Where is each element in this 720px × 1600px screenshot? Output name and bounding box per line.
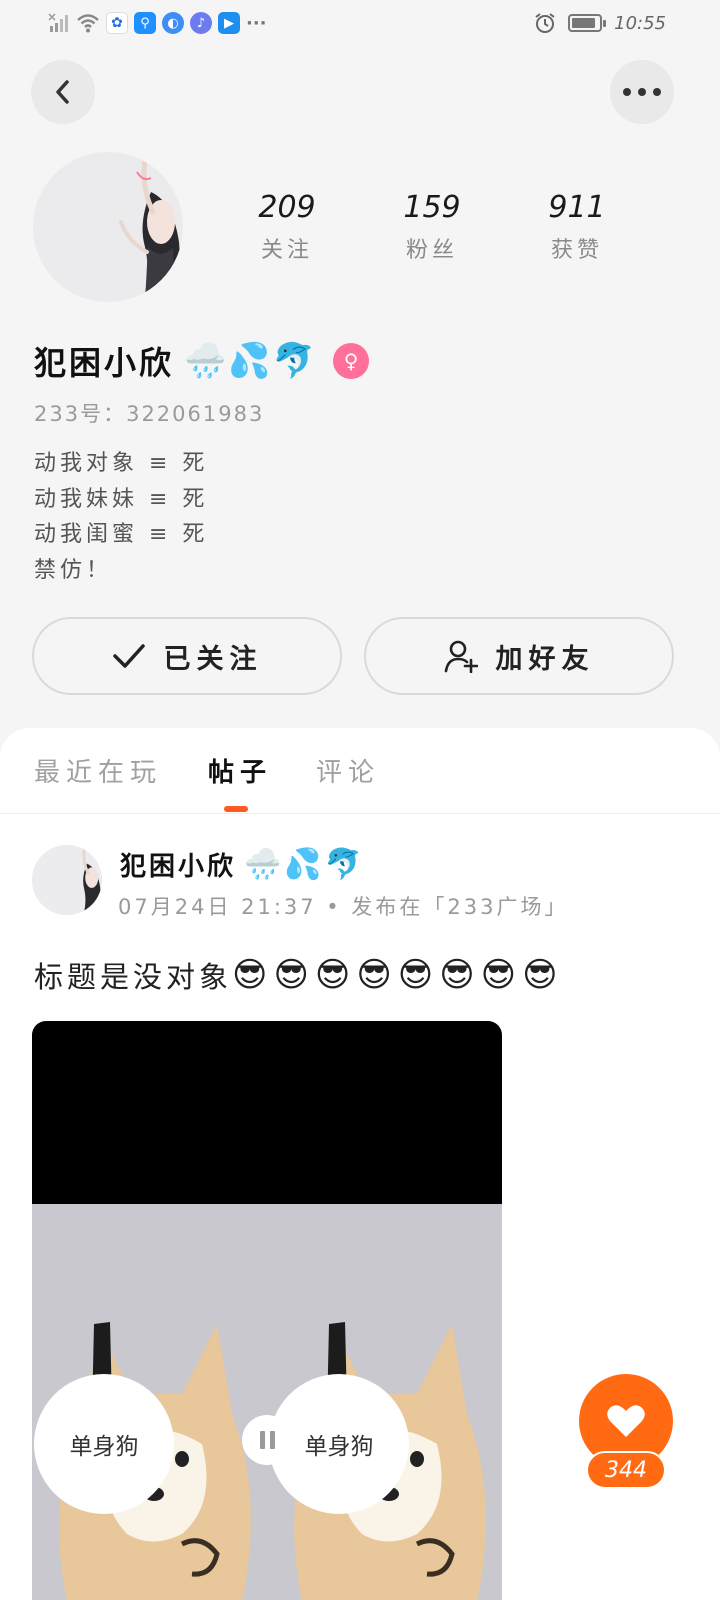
wifi-icon <box>77 14 99 33</box>
stat-following-label: 关注 <box>260 238 313 263</box>
profile-name-emoji: 🌧️💦🐬 <box>184 341 318 381</box>
stat-fans[interactable]: 159 粉丝 <box>372 190 492 264</box>
post-author-emoji: 🌧️💦🐬 <box>244 847 366 882</box>
stat-following[interactable]: 209 关注 <box>227 190 347 264</box>
profile-bio: 动我对象 ≡ 死 动我妹妹 ≡ 死 动我闺蜜 ≡ 死 禁仿！ <box>34 446 208 588</box>
meme-label-bubble: 单身狗 <box>34 1374 174 1514</box>
store-icon: ▶ <box>218 12 240 34</box>
battery-icon <box>568 14 607 32</box>
app-badge-icon: ✿ <box>106 12 128 34</box>
bio-line: 动我对象 ≡ 死 <box>34 451 209 476</box>
status-bar-right: 10:55 <box>534 10 666 36</box>
stat-likes-count: 911 <box>548 190 606 225</box>
pause-icon <box>259 1431 265 1449</box>
checkmark-icon <box>112 644 145 668</box>
post-title[interactable]: 标题是没对象 😎😎😎😎😎😎😎😎 <box>34 954 564 996</box>
signal-off-icon <box>48 13 68 32</box>
bio-line: 禁仿！ <box>34 557 113 583</box>
profile-avatar[interactable] <box>33 152 183 302</box>
video-frame: 单身狗 单身狗 <box>32 1204 502 1600</box>
tab-posts[interactable]: 帖子 <box>208 752 272 789</box>
profile-tabs: 最近在玩 帖子 评论 <box>0 728 720 814</box>
stat-fans-count: 159 <box>403 190 461 225</box>
bio-line: 动我闺蜜 ≡ 死 <box>34 522 209 547</box>
active-tab-indicator <box>224 806 248 812</box>
more-options-button[interactable] <box>610 60 674 124</box>
post-meta: 07月24日 21:37 • 发布在「233广场」 <box>118 895 569 919</box>
add-friend-button-label: 加好友 <box>495 643 595 675</box>
female-icon: ♀ <box>333 343 370 379</box>
back-button[interactable] <box>31 60 95 124</box>
add-friend-button[interactable]: 加好友 <box>364 617 674 695</box>
status-time: 10:55 <box>614 12 666 34</box>
status-bar-left: ✿ ⚲ ◐ ♪ ▶ ··· <box>48 10 267 36</box>
profile-uid: 233号：322061983 <box>34 402 265 426</box>
alarm-icon <box>535 13 555 33</box>
more-dots-icon: ··· <box>246 12 267 34</box>
music-icon: ♪ <box>190 12 212 34</box>
meme-panel-right: 单身狗 <box>267 1204 502 1600</box>
stat-likes-label: 获赞 <box>550 238 603 263</box>
avatar-figure-image <box>33 152 183 302</box>
post-video[interactable]: 单身狗 单身狗 <box>32 1021 502 1600</box>
profile-name-row: 犯困小欣 🌧️💦🐬 ♀ <box>34 338 370 384</box>
tab-recently-playing[interactable]: 最近在玩 <box>34 752 162 789</box>
pause-button[interactable] <box>242 1415 292 1465</box>
followed-button[interactable]: 已关注 <box>32 617 342 695</box>
post-author-avatar[interactable] <box>32 845 102 915</box>
more-horizontal-icon <box>623 88 661 96</box>
stat-following-count: 209 <box>258 190 316 225</box>
chevron-left-icon <box>56 80 69 104</box>
bio-line: 动我妹妹 ≡ 死 <box>34 486 209 512</box>
add-user-icon <box>444 640 478 673</box>
post-author-name[interactable]: 犯困小欣 🌧️💦🐬 <box>120 846 365 883</box>
pause-icon <box>269 1431 275 1449</box>
status-bar: ✿ ⚲ ◐ ♪ ▶ ··· 10:55 <box>0 0 720 48</box>
browser-icon: ◐ <box>162 12 184 34</box>
post-title-emoji: 😎😎😎😎😎😎😎😎 <box>232 955 564 995</box>
like-count-badge: 344 <box>586 1451 666 1489</box>
followed-button-label: 已关注 <box>163 643 263 675</box>
post-title-text: 标题是没对象 <box>34 960 233 994</box>
profile-name: 犯困小欣 <box>34 344 175 382</box>
stat-fans-label: 粉丝 <box>405 238 458 263</box>
post-author-name-text: 犯困小欣 <box>120 852 237 882</box>
stat-likes[interactable]: 911 获赞 <box>517 190 637 264</box>
avatar-figure-image <box>32 845 102 915</box>
tab-comments[interactable]: 评论 <box>316 752 380 789</box>
search-app-icon: ⚲ <box>134 12 156 34</box>
meme-panel-left: 单身狗 <box>32 1204 267 1600</box>
heart-icon <box>607 1405 645 1437</box>
